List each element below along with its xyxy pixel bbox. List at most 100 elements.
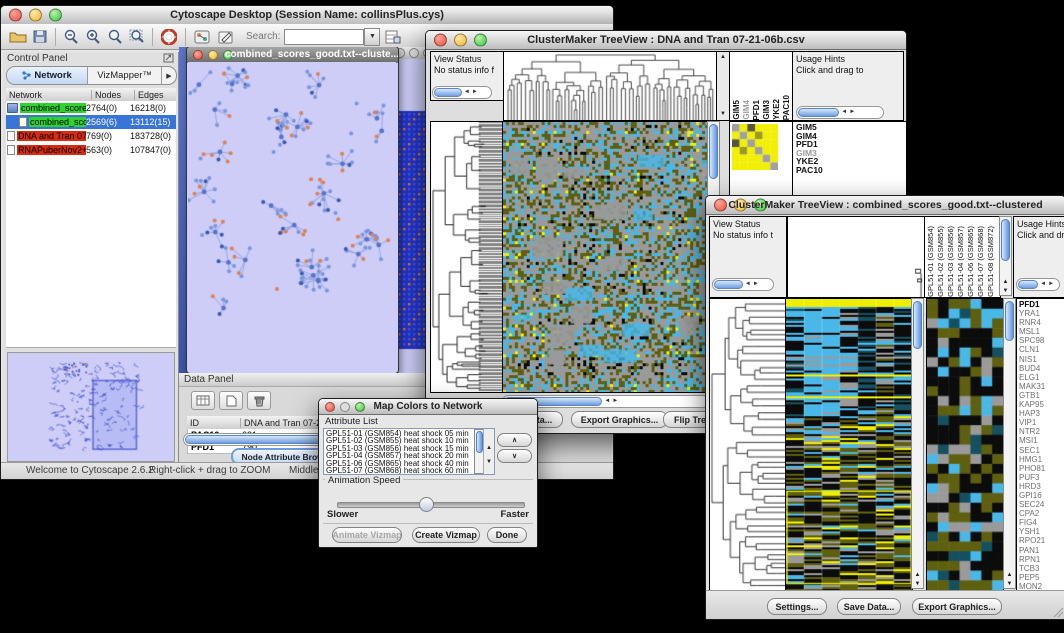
gene-label[interactable]: FIG4 [1019, 518, 1064, 527]
zoom-out-icon[interactable] [60, 29, 82, 44]
search-dropdown-icon[interactable]: ▼ [364, 28, 380, 46]
gene-label[interactable]: SEC1 [1019, 446, 1064, 455]
scroll-left-icon[interactable]: ◄ [840, 107, 848, 118]
scroll-down-icon[interactable]: ▼ [1004, 581, 1015, 588]
delete-attribute-icon[interactable] [247, 391, 271, 410]
tv2-column-label[interactable]: GPL51-06 (GSM865) [966, 226, 975, 297]
gene-label[interactable]: NIS1 [1019, 355, 1064, 364]
gene-label[interactable]: GPI16 [1019, 491, 1064, 500]
tv1-column-label[interactable]: PAC10 [782, 95, 791, 120]
tab-vizmapper[interactable]: VizMapper™ [88, 67, 162, 84]
tv2-column-label[interactable]: GPL51-03 (GSM856) [946, 226, 955, 297]
scroll-thumb[interactable] [434, 88, 462, 97]
scroll-right-icon[interactable]: ► [1047, 279, 1055, 290]
tv2-column-label[interactable]: GPL51-08 (GSM872) [986, 226, 995, 297]
scroll-down-icon[interactable]: ▼ [1000, 288, 1011, 295]
gene-label[interactable]: TCB3 [1019, 564, 1064, 573]
scroll-left-icon[interactable]: ◄ [603, 396, 611, 407]
tv2-column-vscroll[interactable]: ▲▼ [999, 216, 1012, 296]
network-list-empty-area[interactable] [6, 157, 176, 348]
scroll-thumb[interactable] [709, 124, 718, 179]
new-attribute-icon[interactable] [219, 391, 243, 410]
gene-label[interactable]: RNR4 [1019, 318, 1064, 327]
listbox-up-arrow[interactable]: ▲ [484, 445, 494, 452]
scroll-thumb[interactable] [913, 301, 922, 349]
listbox-scroll-thumb[interactable] [476, 431, 483, 453]
scroll-thumb[interactable] [1005, 301, 1014, 341]
tv1-row-dendrogram[interactable] [430, 121, 503, 393]
move-up-button[interactable]: ∧ [497, 433, 532, 447]
gene-label[interactable]: YSH1 [1019, 527, 1064, 536]
dialog-title-bar[interactable]: Map Colors to Network [319, 399, 537, 415]
scroll-up-icon[interactable]: ▲ [1004, 572, 1015, 579]
float-panel-icon[interactable] [163, 53, 174, 63]
scroll-right-icon[interactable]: ► [471, 87, 479, 98]
gene-label[interactable]: ELG1 [1019, 373, 1064, 382]
tv2-column-label[interactable]: GPL51-04 (GSM857) [956, 226, 965, 297]
tv2-column-label[interactable]: GPL51-07 (GSM868) [976, 226, 985, 297]
gene-label[interactable]: PHO81 [1019, 464, 1064, 473]
move-down-button[interactable]: ∨ [497, 449, 532, 463]
gene-label[interactable]: RPN1 [1019, 555, 1064, 564]
tv1-export-graphics-button[interactable]: Export Graphics... [571, 411, 668, 428]
gene-label[interactable]: SPC98 [1019, 336, 1064, 345]
gene-label[interactable]: GTB1 [1019, 391, 1064, 400]
col-edges[interactable]: Edges [135, 90, 176, 100]
gene-label[interactable]: HRD3 [1019, 482, 1064, 491]
gene-label[interactable]: VIP1 [1019, 418, 1064, 427]
help-icon[interactable] [157, 29, 181, 45]
tv1-row-label[interactable]: PAC10 [796, 166, 906, 175]
tv2-zoomed-heatmap[interactable] [926, 298, 1004, 591]
tv1-status-hscroll[interactable]: ◄► [432, 86, 492, 99]
gene-label[interactable]: BUD4 [1019, 364, 1064, 373]
tv1-mini-heatmap[interactable] [732, 124, 778, 170]
zoom-fit-icon[interactable] [104, 29, 126, 44]
tv2-row-dendrogram[interactable] [709, 298, 787, 591]
network-table-row[interactable]: RNAPuberNov2+563(0)107847(0) [6, 143, 176, 157]
open-file-icon[interactable] [7, 30, 29, 43]
scroll-left-icon[interactable]: ◄ [463, 87, 471, 98]
tv2-export-graphics-button[interactable]: Export Graphics... [912, 598, 1002, 615]
gene-label[interactable]: RPO21 [1019, 536, 1064, 545]
vizmapper-icon[interactable] [190, 30, 214, 44]
tv2-status-hscroll[interactable]: ◄► [712, 278, 774, 291]
gene-label[interactable]: CPA2 [1019, 509, 1064, 518]
scroll-right-icon[interactable]: ► [611, 396, 619, 407]
scroll-up-icon[interactable]: ▲ [1000, 279, 1011, 286]
col-nodes[interactable]: Nodes [92, 90, 135, 100]
network-overview-thumbnail[interactable] [7, 352, 175, 462]
select-attributes-icon[interactable] [191, 391, 215, 410]
network-table-row[interactable]: combined_scores_2764(0)16218(0) [6, 101, 176, 115]
tv2-column-dendrogram[interactable] [787, 216, 925, 298]
tv2-column-label[interactable]: GPL51-02 (GSM855) [936, 226, 945, 297]
minimize-button[interactable] [208, 50, 218, 60]
gene-label[interactable]: PFD1 [1019, 300, 1064, 309]
zoom-selected-icon[interactable] [126, 29, 148, 44]
save-icon[interactable] [29, 30, 51, 43]
main-title-bar[interactable]: Cytoscape Desktop (Session Name: collins… [1, 6, 613, 25]
gene-label[interactable]: PAN1 [1019, 546, 1064, 555]
network-view-window[interactable]: combined_scores_good.txt--cluste... [186, 47, 399, 373]
tv2-save-data-button[interactable]: Save Data... [837, 598, 901, 615]
scroll-left-icon[interactable]: ◄ [1039, 279, 1047, 290]
scroll-right-icon[interactable]: ► [752, 279, 760, 290]
gene-label[interactable]: MAK31 [1019, 382, 1064, 391]
tab-overflow-arrow[interactable]: ▶ [162, 67, 176, 84]
network-table-row[interactable]: DNA and Tran 07769(0)183728(0) [6, 129, 176, 143]
scroll-thumb[interactable] [798, 108, 839, 117]
resize-grip[interactable] [1052, 606, 1064, 618]
network-table-row[interactable]: combined_sco2569(6)13112(15) [6, 115, 176, 129]
gene-label[interactable]: MSI1 [1019, 436, 1064, 445]
scroll-thumb[interactable] [1001, 219, 1010, 261]
create-vizmap-button[interactable]: Create Vizmap [412, 527, 480, 543]
treeview2-title-bar[interactable]: ClusterMaker TreeView : combined_scores_… [706, 196, 1064, 215]
tv2-genelist-vscroll[interactable]: ▲▼ [1003, 298, 1016, 589]
network-graph-view[interactable] [188, 62, 396, 371]
close-button[interactable] [193, 50, 203, 60]
tv2-main-heatmap[interactable] [785, 298, 913, 591]
tab-network[interactable]: Network [7, 67, 88, 84]
attribute-browser-icon[interactable] [380, 30, 406, 44]
gene-label[interactable]: MSL1 [1019, 327, 1064, 336]
scroll-up-icon[interactable]: ▲ [912, 572, 923, 579]
annotation-icon[interactable] [214, 30, 238, 44]
